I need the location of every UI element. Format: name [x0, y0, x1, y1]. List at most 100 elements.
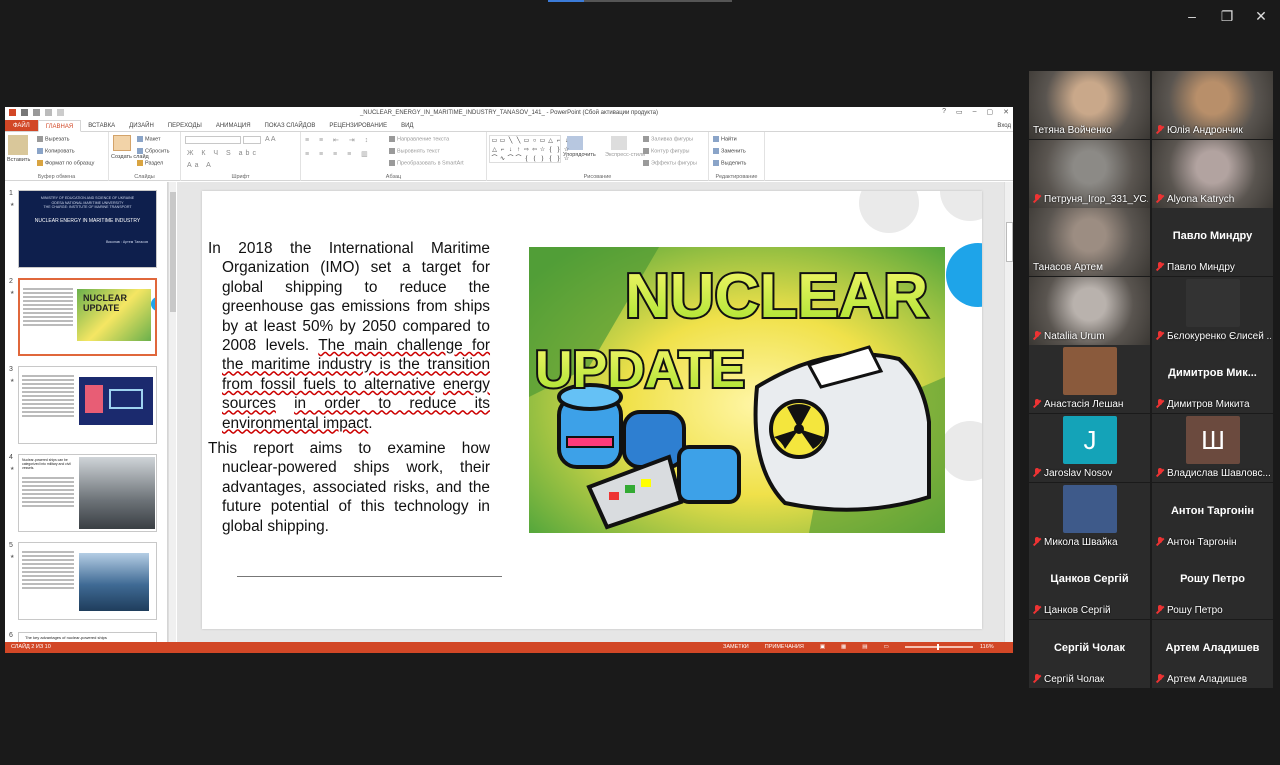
notes-button[interactable]: ЗАМЕТКИ	[723, 642, 749, 653]
list-buttons[interactable]: ≡ ≡ ⇤ ⇥ ↕	[305, 136, 372, 144]
slideshow-view-icon[interactable]: ▭	[883, 642, 888, 653]
participant-tile[interactable]: Ш Владислав Шавловс...	[1152, 414, 1273, 482]
thumb-number: 1	[9, 190, 13, 197]
participant-display-name: Артем Аладишев	[1165, 641, 1260, 654]
new-slide-icon	[113, 135, 131, 151]
thumbnail-slide-2[interactable]: NUCLEAR UPDATE	[18, 278, 157, 356]
slide-editor: In 2018 the International Maritime Organ…	[177, 182, 1013, 642]
font-grow-shrink-icon[interactable]: A A	[265, 136, 276, 143]
thumb-image: NUCLEAR UPDATE	[77, 289, 151, 341]
ppt-minimize-icon[interactable]: –	[973, 108, 977, 116]
paste-button[interactable]: Вставить	[7, 157, 30, 163]
tab-slideshow[interactable]: ПОКАЗ СЛАЙДОВ	[258, 120, 323, 131]
tab-transitions[interactable]: ПЕРЕХОДЫ	[161, 120, 209, 131]
thumbnail-slide-1[interactable]: MINISTRY OF EDUCATION AND SCIENCE OF UKR…	[18, 190, 157, 268]
section-button[interactable]: Раздел	[137, 160, 163, 166]
shapes-gallery[interactable]: ▭ ▭ ╲ ╲ ▭ ○ ▭ △ ⌐ ↓ △ ⌐ ↓ ↑ ⇨ ⇦ ☆{} ☆ ⌒ ∿ ⌒ ⌒{(){} ☆	[489, 135, 569, 163]
meeting-screen: – ❐ ✕ _NUCLEAR_ENERGY_IN_MARITIME_INDUST…	[0, 0, 1280, 765]
find-button[interactable]: Найти	[713, 136, 737, 142]
font-color-buttons[interactable]: Aa A	[187, 162, 214, 169]
reset-button[interactable]: Сбросить	[137, 148, 169, 154]
mic-muted-icon	[1156, 193, 1164, 203]
meeting-topbar: – ❐ ✕	[0, 0, 1280, 32]
participant-tile[interactable]: Alyona Katrych	[1152, 139, 1273, 208]
participant-tile[interactable]: Юлія Андрончик	[1152, 71, 1273, 139]
tab-review[interactable]: РЕЦЕНЗИРОВАНИЕ	[322, 120, 394, 131]
fill-icon	[643, 136, 649, 142]
participant-tile[interactable]: Рошу Петро Рошу Петро	[1152, 551, 1273, 620]
thumbnails-scrollbar[interactable]	[168, 182, 176, 642]
ppt-window-controls: ? ▭ – ▢ ✕	[942, 108, 1009, 116]
copy-icon	[37, 148, 43, 154]
participant-tile[interactable]: Nataliia Urum	[1029, 276, 1150, 345]
quick-styles-button[interactable]: Экспресс-стили	[605, 152, 645, 158]
editor-scrollbar[interactable]	[1004, 182, 1013, 642]
thumbnail-slide-3[interactable]	[18, 366, 157, 444]
sorter-view-icon[interactable]: ▦	[841, 642, 846, 653]
close-icon[interactable]: ✕	[1251, 6, 1271, 26]
shape-outline-button[interactable]: Контур фигуры	[643, 148, 689, 154]
thumb-text: THE CHARGE: INSTITUTE OF MARINE TRANSPOR…	[43, 205, 132, 209]
thumbnail-slide-4[interactable]: Nuclear-powered ships can be categorized…	[18, 454, 157, 532]
ppt-titlebar: _NUCLEAR_ENERGY_IN_MARITIME_INDUSTRY_TAN…	[5, 107, 1013, 120]
tab-home[interactable]: ГЛАВНАЯ	[37, 120, 82, 132]
slide-counter: СЛАЙД 2 ИЗ 10	[11, 644, 51, 650]
ppt-close-icon[interactable]: ✕	[1003, 108, 1009, 116]
text-direction-button[interactable]: Направление текста	[389, 136, 449, 142]
font-format-buttons[interactable]: Ж К Ч S abc	[187, 150, 259, 157]
reading-view-icon[interactable]: ▤	[862, 642, 867, 653]
participant-tile[interactable]: Павло Миндру Павло Миндру	[1152, 208, 1273, 277]
tab-design[interactable]: ДИЗАЙН	[122, 120, 161, 131]
align-buttons[interactable]: ≡ ≡ ≡ ≡ ▥	[305, 150, 372, 158]
select-button[interactable]: Выделить	[713, 160, 746, 166]
mic-muted-icon	[1033, 399, 1041, 408]
share-indicator	[548, 0, 732, 2]
thumbnail-slide-5[interactable]	[18, 542, 157, 620]
thumb-star-icon: ★	[10, 554, 15, 560]
font-family-select[interactable]	[185, 136, 241, 144]
participant-tile[interactable]: Димитров Мик... Димитров Микита	[1152, 345, 1273, 414]
participant-tile[interactable]: Сергій Чолак Сергій Чолак	[1029, 619, 1150, 688]
tab-animations[interactable]: АНИМАЦИЯ	[209, 120, 258, 131]
format-painter-button[interactable]: Формат по образцу	[37, 160, 94, 166]
align-text-button[interactable]: Выровнять текст	[389, 148, 440, 154]
tab-view[interactable]: ВИД	[394, 120, 420, 131]
zoom-slider[interactable]	[905, 644, 973, 650]
cut-button[interactable]: Вырезать	[37, 136, 69, 142]
nuclear-update-image[interactable]: NUCLEAR UPDATE	[529, 247, 945, 533]
account-signin[interactable]: Вход	[997, 120, 1011, 132]
participant-tile[interactable]: Танасов Артем	[1029, 208, 1150, 277]
participant-tile[interactable]: Микола Швайка	[1029, 482, 1150, 551]
participant-tile[interactable]: Цанков Сергій Цанков Сергій	[1029, 551, 1150, 620]
participant-tile[interactable]: J Jaroslav Nosov	[1029, 414, 1150, 482]
participant-tile[interactable]: Артем Аладишев Артем Аладишев	[1152, 619, 1273, 688]
tab-file[interactable]: ФАЙЛ	[5, 120, 38, 131]
smartart-button[interactable]: Преобразовать в SmartArt	[389, 160, 464, 166]
layout-button[interactable]: Макет	[137, 136, 161, 142]
participant-tile[interactable]: Тетяна Войченко	[1029, 71, 1150, 139]
normal-view-icon[interactable]: ▣	[820, 642, 825, 653]
help-icon[interactable]: ?	[942, 108, 946, 116]
shape-effects-button[interactable]: Эффекты фигуры	[643, 160, 697, 166]
shape-fill-button[interactable]: Заливка фигуры	[643, 136, 693, 142]
thumb-image	[79, 377, 153, 425]
restore-icon[interactable]: ❐	[1217, 6, 1237, 26]
mic-muted-icon	[1033, 193, 1041, 203]
tab-insert[interactable]: ВСТАВКА	[81, 120, 122, 131]
ppt-maximize-icon[interactable]: ▢	[987, 108, 994, 116]
replace-button[interactable]: Заменить	[713, 148, 746, 154]
font-size-select[interactable]	[243, 136, 261, 144]
zoom-level[interactable]: 116%	[980, 642, 994, 653]
slide-text-box[interactable]: In 2018 the International Maritime Organ…	[208, 239, 490, 542]
participant-tile[interactable]: Анастасія Лешан	[1029, 345, 1150, 414]
comments-button[interactable]: ПРИМЕЧАНИЯ	[765, 642, 804, 653]
copy-button[interactable]: Копировать	[37, 148, 75, 154]
participant-tile[interactable]: Бєлокуренко Єлисей ...	[1152, 276, 1273, 345]
participant-tile[interactable]: Петруня_Ігор_331_УС...	[1029, 139, 1150, 208]
effects-icon	[643, 160, 649, 166]
participant-tile[interactable]: Антон Таргонін Антон Таргонін	[1152, 482, 1273, 551]
minimize-icon[interactable]: –	[1182, 6, 1202, 26]
current-slide[interactable]: In 2018 the International Maritime Organ…	[202, 191, 982, 629]
decor-circle	[940, 191, 982, 221]
ribbon-display-icon[interactable]: ▭	[956, 108, 963, 116]
